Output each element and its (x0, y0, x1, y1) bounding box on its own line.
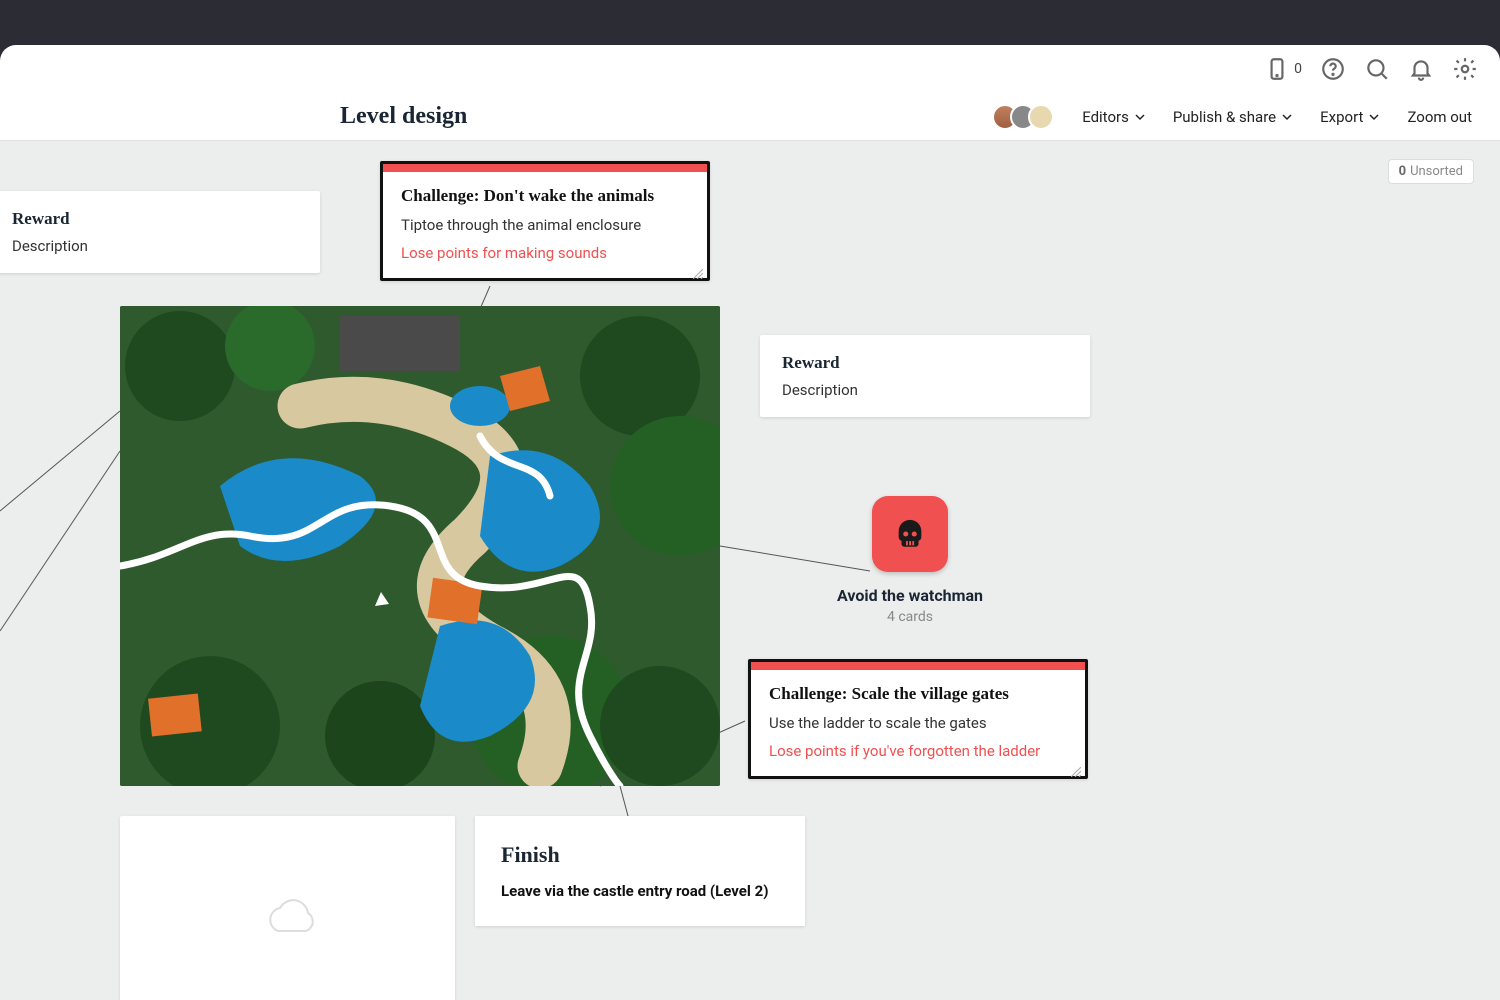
empty-image-card[interactable] (120, 816, 455, 1000)
canvas[interactable]: 0 Unsorted Reward Description Challenge: … (0, 141, 1500, 1000)
export-label: Export (1320, 108, 1363, 126)
challenge-title: Challenge: Don't wake the animals (401, 186, 689, 206)
skull-icon (893, 517, 927, 551)
help-icon[interactable] (1320, 56, 1346, 82)
search-icon[interactable] (1364, 56, 1390, 82)
export-dropdown[interactable]: Export (1320, 108, 1379, 126)
challenge-card[interactable]: Challenge: Don't wake the animals Tiptoe… (380, 161, 710, 281)
chevron-down-icon (1282, 112, 1292, 122)
challenge-title: Challenge: Scale the village gates (769, 684, 1067, 704)
unsorted-pill[interactable]: 0 Unsorted (1388, 159, 1474, 184)
cloud-upload-icon (258, 891, 318, 941)
challenge-loss: Lose points for making sounds (401, 244, 689, 262)
map-image[interactable] (120, 306, 720, 786)
stack-title: Avoid the watchman (830, 586, 990, 605)
card-description: Description (12, 237, 298, 255)
chevron-down-icon (1135, 112, 1145, 122)
resize-handle-icon[interactable] (693, 264, 703, 274)
finish-title: Finish (501, 842, 779, 868)
zoom-out-label: Zoom out (1407, 108, 1472, 126)
mobile-preview-button[interactable]: 0 (1264, 56, 1302, 82)
chevron-down-icon (1369, 112, 1379, 122)
mobile-count: 0 (1294, 61, 1302, 77)
challenge-description: Use the ladder to scale the gates (769, 714, 1067, 732)
top-icon-bar: 0 (0, 45, 1500, 93)
finish-subtitle: Leave via the castle entry road (Level 2… (501, 882, 779, 900)
card-stack[interactable]: Avoid the watchman 4 cards (830, 496, 990, 625)
finish-card[interactable]: Finish Leave via the castle entry road (… (475, 816, 805, 926)
editor-avatars[interactable] (992, 104, 1054, 130)
card-title: Reward (12, 209, 298, 229)
unsorted-count: 0 (1399, 164, 1406, 179)
challenge-card[interactable]: Challenge: Scale the village gates Use t… (748, 659, 1088, 779)
stack-count: 4 cards (830, 609, 990, 625)
stack-tile (872, 496, 948, 572)
publish-share-dropdown[interactable]: Publish & share (1173, 108, 1292, 126)
publish-label: Publish & share (1173, 108, 1276, 126)
mobile-icon (1264, 56, 1290, 82)
gear-icon[interactable] (1452, 56, 1478, 82)
editors-dropdown[interactable]: Editors (1082, 108, 1145, 126)
zoom-out-button[interactable]: Zoom out (1407, 108, 1472, 126)
header-bar: Level design Editors Publish & share Exp… (0, 93, 1500, 141)
card-description: Description (782, 381, 1068, 399)
challenge-description: Tiptoe through the animal enclosure (401, 216, 689, 234)
unsorted-label: Unsorted (1410, 164, 1463, 179)
challenge-stripe (751, 662, 1085, 670)
reward-card[interactable]: Reward Description (0, 191, 320, 273)
resize-handle-icon[interactable] (1071, 762, 1081, 772)
bell-icon[interactable] (1408, 56, 1434, 82)
reward-card[interactable]: Reward Description (760, 335, 1090, 417)
avatar (1028, 104, 1054, 130)
page-title: Level design (340, 103, 467, 130)
card-title: Reward (782, 353, 1068, 373)
challenge-loss: Lose points if you've forgotten the ladd… (769, 742, 1067, 760)
editors-label: Editors (1082, 108, 1129, 126)
challenge-stripe (383, 164, 707, 172)
